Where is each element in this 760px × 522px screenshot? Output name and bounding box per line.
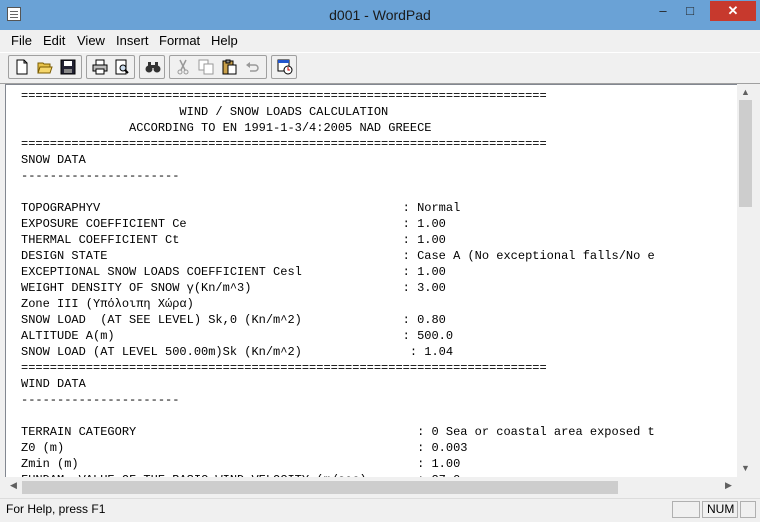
- status-help-text: For Help, press F1: [6, 502, 106, 516]
- document-line: ALTITUDE A(m) : 500.0: [21, 329, 454, 343]
- new-document-icon[interactable]: [12, 57, 32, 77]
- document-line: Zmin (m) : 1.00: [21, 457, 461, 471]
- document-line: THERMAL COEFFICIENT Ct : 1.00: [21, 233, 446, 247]
- status-panel-caps: [672, 501, 700, 518]
- open-folder-icon[interactable]: [35, 57, 55, 77]
- document-line: TOPOGRAPHYV : Normal: [21, 201, 461, 215]
- maximize-button[interactable]: □: [677, 1, 703, 21]
- scroll-right-arrow-icon[interactable]: ▶: [720, 477, 737, 494]
- toolbar: [0, 52, 760, 84]
- document-line: DESIGN STATE : Case A (No exceptional fa…: [21, 249, 655, 263]
- status-num-indicator: NUM: [702, 501, 738, 518]
- document-line: ACCORDING TO EN 1991-1-3/4:2005 NAD GREE…: [21, 121, 432, 135]
- find-binoculars-icon[interactable]: [143, 57, 163, 77]
- document-line: TERRAIN CATEGORY : 0 Sea or coastal area…: [21, 425, 655, 439]
- document-line: ----------------------: [21, 393, 180, 407]
- document-line: WEIGHT DENSITY OF SNOW γ(Kn/m^3) : 3.00: [21, 281, 446, 295]
- menu-file[interactable]: File: [11, 33, 32, 48]
- scroll-left-arrow-icon[interactable]: ◀: [5, 477, 22, 494]
- save-disk-icon[interactable]: [58, 57, 78, 77]
- document-line: SNOW LOAD (AT SEE LEVEL) Sk,0 (Kn/m^2) :…: [21, 313, 446, 327]
- document-line: ========================================…: [21, 89, 547, 103]
- paste-clipboard-icon[interactable]: [219, 57, 239, 77]
- close-button[interactable]: ✕: [710, 1, 756, 21]
- document-text[interactable]: ========================================…: [21, 88, 655, 493]
- wordpad-window: d001 - WordPad – □ ✕ File Edit View Inse…: [0, 0, 760, 522]
- document-line: SNOW DATA: [21, 153, 86, 167]
- document-line: Zone III (Υπόλοιπη Χώρα): [21, 297, 194, 311]
- print-icon[interactable]: [90, 57, 110, 77]
- horizontal-scroll-thumb[interactable]: [22, 481, 618, 494]
- window-title: d001 - WordPad: [329, 7, 431, 23]
- menu-help[interactable]: Help: [211, 33, 238, 48]
- scrollbar-corner: [737, 477, 754, 494]
- document-line: Z0 (m) : 0.003: [21, 441, 468, 455]
- menu-insert[interactable]: Insert: [116, 33, 149, 48]
- title-bar[interactable]: d001 - WordPad – □ ✕: [0, 0, 760, 30]
- menu-format[interactable]: Format: [159, 33, 200, 48]
- scroll-down-arrow-icon[interactable]: ▼: [737, 460, 754, 477]
- undo-icon[interactable]: [242, 57, 262, 77]
- insert-date-time-icon[interactable]: [275, 57, 295, 77]
- document-line: ========================================…: [21, 137, 547, 151]
- document-editor[interactable]: ========================================…: [5, 84, 754, 494]
- print-preview-icon[interactable]: [112, 57, 132, 77]
- document-line: ----------------------: [21, 169, 180, 183]
- status-panel-scroll: [740, 501, 756, 518]
- copy-icon[interactable]: [196, 57, 216, 77]
- document-line: WIND / SNOW LOADS CALCULATION: [21, 105, 389, 119]
- document-line: ========================================…: [21, 361, 547, 375]
- minimize-button[interactable]: –: [650, 1, 676, 21]
- menu-view[interactable]: View: [77, 33, 105, 48]
- status-bar: For Help, press F1 NUM: [0, 498, 760, 522]
- document-line: EXCEPTIONAL SNOW LOADS COEFFICIENT Cesl …: [21, 265, 446, 279]
- menu-bar: File Edit View Insert Format Help: [0, 31, 760, 51]
- vertical-scroll-thumb[interactable]: [739, 100, 752, 207]
- document-line: WIND DATA: [21, 377, 86, 391]
- document-line: SNOW LOAD (AT LEVEL 500.00m)Sk (Kn/m^2) …: [21, 345, 454, 359]
- document-line: EXPOSURE COEFFICIENT Ce : 1.00: [21, 217, 446, 231]
- menu-edit[interactable]: Edit: [43, 33, 65, 48]
- scroll-up-arrow-icon[interactable]: ▲: [737, 84, 754, 101]
- cut-scissors-icon[interactable]: [173, 57, 193, 77]
